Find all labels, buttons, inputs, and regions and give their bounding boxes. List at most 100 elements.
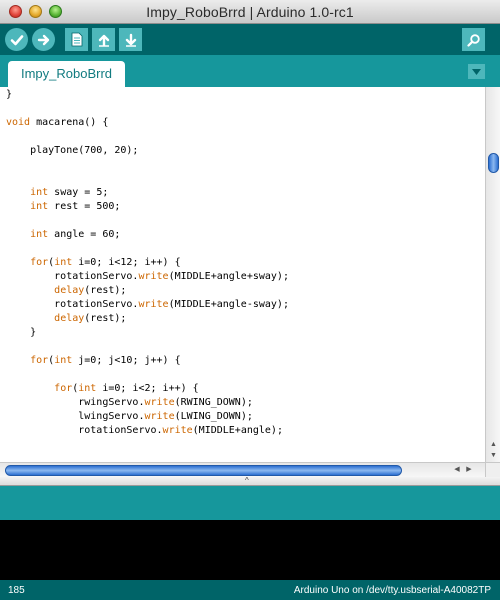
code-keyword: delay	[54, 313, 85, 324]
new-button[interactable]	[65, 28, 88, 51]
serial-monitor-button[interactable]	[462, 28, 485, 51]
code-line[interactable]	[6, 158, 289, 172]
code-keyword: write	[144, 411, 175, 422]
vertical-scrollbar[interactable]: ▲ ▼	[485, 87, 500, 462]
console-output[interactable]	[0, 520, 500, 580]
code-keyword: write	[144, 397, 175, 408]
scroll-up-arrow-icon[interactable]: ▲	[486, 439, 500, 450]
vertical-scroll-thumb[interactable]	[488, 153, 499, 173]
code-line[interactable]: playTone(700, 20);	[6, 144, 289, 158]
code-token: (MIDDLE+angle-sway);	[168, 299, 289, 310]
code-line[interactable]: for(int i=0; i<2; i++) {	[6, 382, 289, 396]
board-info: Arduino Uno on /dev/tty.usbserial-A40082…	[293, 585, 491, 596]
code-line[interactable]: int angle = 60;	[6, 228, 289, 242]
code-keyword: for	[30, 257, 49, 268]
code-line[interactable]: lwingServo.write(LWING_DOWN);	[6, 410, 289, 424]
code-token: (MIDDLE+angle+sway);	[168, 271, 289, 282]
code-keyword: int	[30, 229, 49, 240]
code-line[interactable]	[6, 214, 289, 228]
code-token: i=0; i<12; i++) {	[72, 257, 181, 268]
code-token: sway = 5;	[48, 187, 109, 198]
code-line[interactable]: rwingServo.write(RWING_DOWN);	[6, 396, 289, 410]
code-line[interactable]: int rest = 500;	[6, 200, 289, 214]
code-keyword: write	[162, 425, 193, 436]
code-keyword: for	[30, 355, 49, 366]
status-bar: 185 Arduino Uno on /dev/tty.usbserial-A4…	[0, 580, 500, 600]
code-token: }	[6, 89, 13, 100]
code-line[interactable]: void macarena() {	[6, 116, 289, 130]
tab-impy-robobrrd[interactable]: Impy_RoboBrrd	[8, 61, 125, 87]
code-line[interactable]: rotationServo.write(MIDDLE+angle-sway);	[6, 298, 289, 312]
code-text[interactable]: } void macarena() { playTone(700, 20); in…	[6, 88, 289, 438]
code-token: j=0; j<10; j++) {	[72, 355, 181, 366]
code-line[interactable]	[6, 172, 289, 186]
code-token: (RWING_DOWN);	[174, 397, 253, 408]
code-line[interactable]	[6, 242, 289, 256]
arrow-up-icon	[98, 34, 109, 47]
code-token: lwingServo.	[6, 411, 145, 422]
code-token: angle = 60;	[48, 229, 121, 240]
open-button[interactable]	[92, 28, 115, 51]
line-number: 185	[8, 585, 25, 596]
message-area	[0, 486, 500, 520]
code-line[interactable]: delay(rest);	[6, 312, 289, 326]
tab-menu-button[interactable]	[468, 64, 485, 79]
code-token: (rest);	[84, 313, 127, 324]
code-token: rwingServo.	[6, 397, 145, 408]
code-line[interactable]: rotationServo.write(MIDDLE+angle);	[6, 424, 289, 438]
verify-button[interactable]	[5, 28, 28, 51]
check-icon	[10, 34, 23, 45]
code-line[interactable]: int sway = 5;	[6, 186, 289, 200]
code-line[interactable]: for(int j=0; j<10; j++) {	[6, 354, 289, 368]
code-token: macarena() {	[30, 117, 109, 128]
code-keyword: int	[54, 355, 73, 366]
code-token: rotationServo.	[6, 299, 139, 310]
arrow-down-icon	[125, 33, 136, 47]
code-keyword: write	[138, 299, 169, 310]
code-token: (LWING_DOWN);	[174, 411, 253, 422]
document-icon	[71, 32, 82, 47]
code-keyword: int	[30, 201, 49, 212]
code-keyword: int	[30, 187, 49, 198]
scroll-corner	[485, 462, 500, 477]
code-line[interactable]	[6, 368, 289, 382]
code-keyword: for	[54, 383, 73, 394]
code-keyword: void	[6, 117, 31, 128]
scroll-down-arrow-icon[interactable]: ▼	[486, 450, 500, 461]
code-line[interactable]: rotationServo.write(MIDDLE+angle+sway);	[6, 270, 289, 284]
code-line[interactable]: }	[6, 326, 289, 340]
code-line[interactable]: }	[6, 88, 289, 102]
horizontal-scroll-thumb[interactable]	[5, 465, 402, 476]
split-divider[interactable]: ^	[0, 476, 500, 486]
code-editor[interactable]: } void macarena() { playTone(700, 20); in…	[0, 87, 485, 462]
code-token: rotationServo.	[6, 271, 139, 282]
scroll-right-arrow-icon[interactable]: ▶	[463, 463, 475, 477]
code-token: rotationServo.	[6, 425, 163, 436]
code-line[interactable]	[6, 340, 289, 354]
code-keyword: delay	[54, 285, 85, 296]
code-token: (MIDDLE+angle);	[192, 425, 283, 436]
code-line[interactable]: delay(rest);	[6, 284, 289, 298]
window-title: Impy_RoboBrrd | Arduino 1.0-rc1	[146, 4, 354, 20]
save-button[interactable]	[119, 28, 142, 51]
code-token: rest = 500;	[48, 201, 121, 212]
horizontal-scrollbar[interactable]: ◀ ▶	[0, 462, 485, 477]
code-line[interactable]	[6, 102, 289, 116]
arrow-right-icon	[37, 34, 49, 45]
scroll-left-arrow-icon[interactable]: ◀	[451, 463, 463, 477]
divider-caret-icon: ^	[245, 476, 249, 485]
code-line[interactable]	[6, 130, 289, 144]
code-line[interactable]: for(int i=0; i<12; i++) {	[6, 256, 289, 270]
title-bar: Impy_RoboBrrd | Arduino 1.0-rc1	[0, 0, 500, 24]
toolbar	[0, 24, 500, 55]
code-token: }	[6, 327, 37, 338]
code-keyword: int	[78, 383, 97, 394]
upload-button[interactable]	[32, 28, 55, 51]
